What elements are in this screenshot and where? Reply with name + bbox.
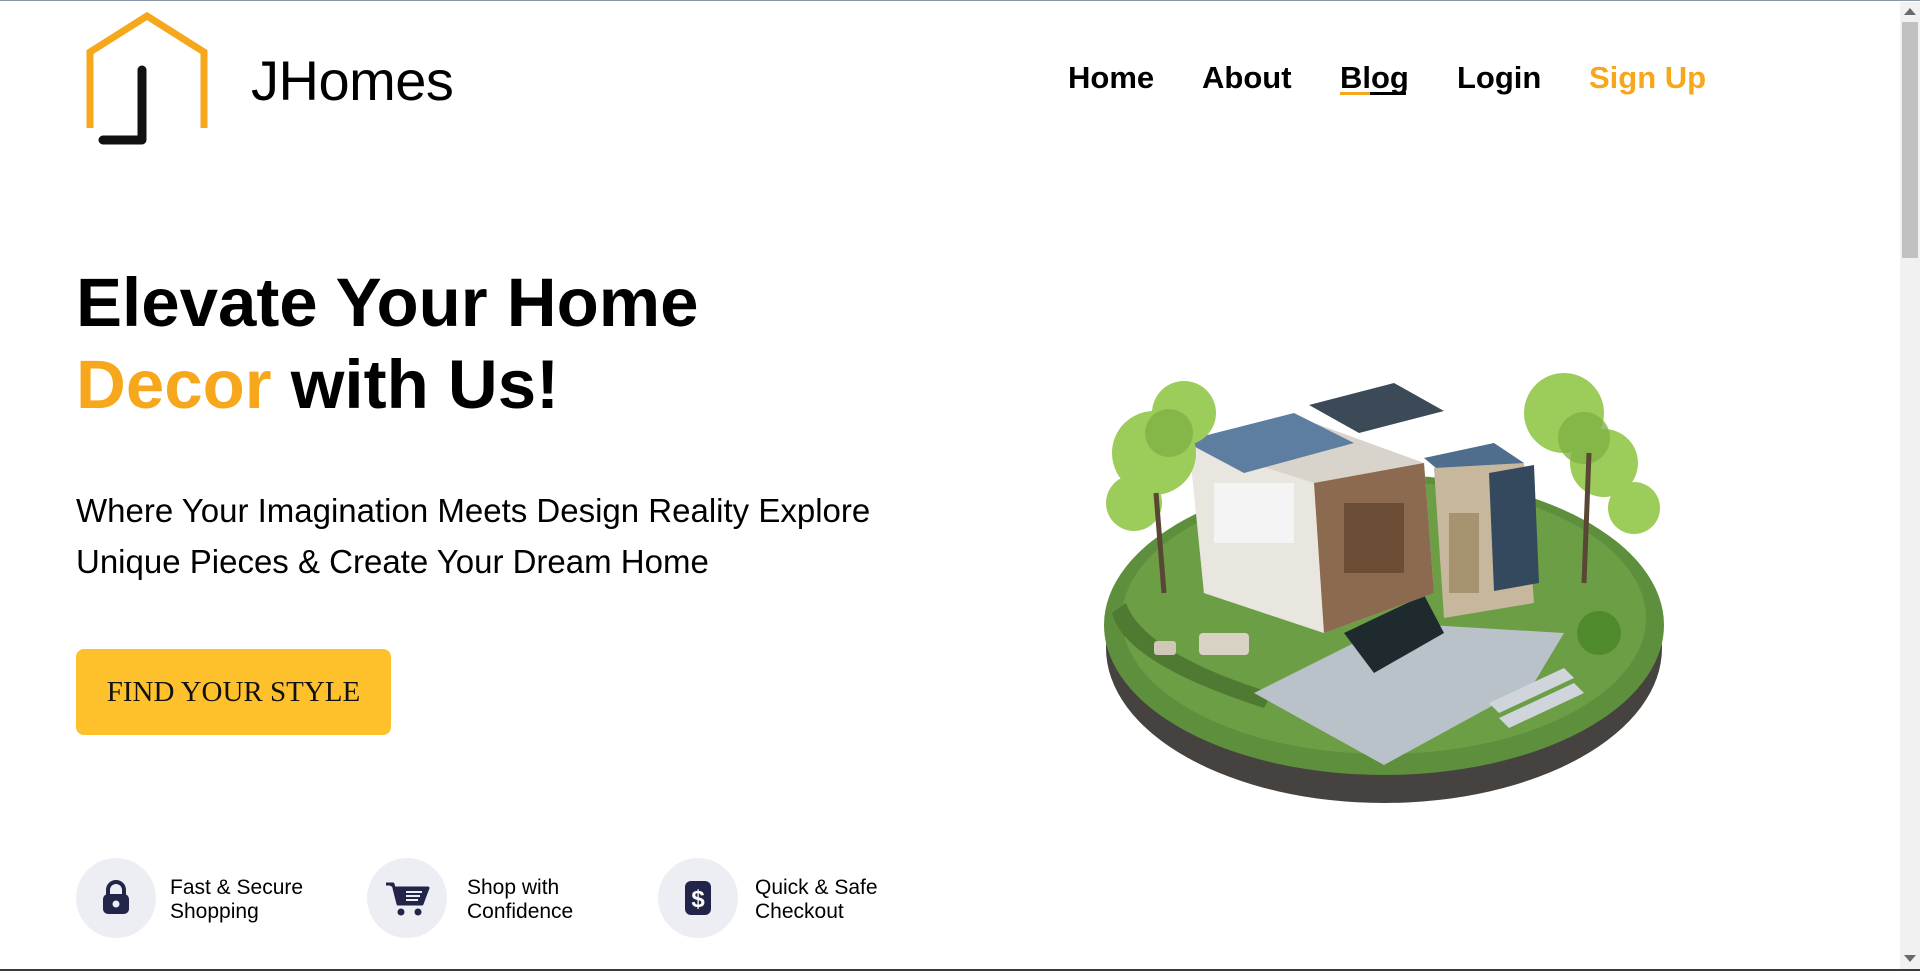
nav-signup-link[interactable]: Sign Up — [1589, 60, 1706, 96]
cart-icon — [367, 858, 447, 938]
window-top-border — [0, 0, 1920, 1]
feature-shop-confidence: Shop with Confidence — [467, 876, 574, 923]
nav-login-link[interactable]: Login — [1457, 60, 1541, 96]
brand-name[interactable]: JHomes — [251, 48, 454, 113]
feature-safe-checkout: Quick & Safe Checkout — [755, 876, 878, 923]
nav-home-link[interactable]: Home — [1068, 60, 1154, 96]
scrollbar-thumb[interactable] — [1902, 22, 1918, 258]
scroll-down-arrow-icon[interactable] — [1904, 955, 1916, 962]
hero-title-line2: Decor with Us! — [76, 350, 559, 419]
nav-about-link[interactable]: About — [1202, 60, 1292, 96]
svg-text:$: $ — [691, 886, 705, 913]
house-illustration — [1104, 373, 1664, 803]
nav-blog-link[interactable]: Blog — [1340, 60, 1409, 96]
active-nav-underline — [1340, 92, 1406, 95]
jhomes-logo[interactable] — [84, 12, 210, 148]
hero-title-accent: Decor — [76, 346, 272, 423]
lock-icon — [76, 858, 156, 938]
feature-secure-shopping: Fast & Secure Shopping — [170, 876, 304, 923]
scroll-up-arrow-icon[interactable] — [1904, 8, 1916, 15]
hero-title-rest: with Us! — [271, 346, 560, 423]
hero-title-line1: Elevate Your Home — [76, 264, 699, 341]
hero-subtitle-line2: Unique Pieces & Create Your Dream Home — [76, 543, 709, 580]
hero-subtitle-line1: Where Your Imagination Meets Design Real… — [76, 492, 871, 529]
dollar-icon: $ — [658, 858, 738, 938]
find-your-style-button[interactable]: FIND YOUR STYLE — [76, 649, 391, 735]
